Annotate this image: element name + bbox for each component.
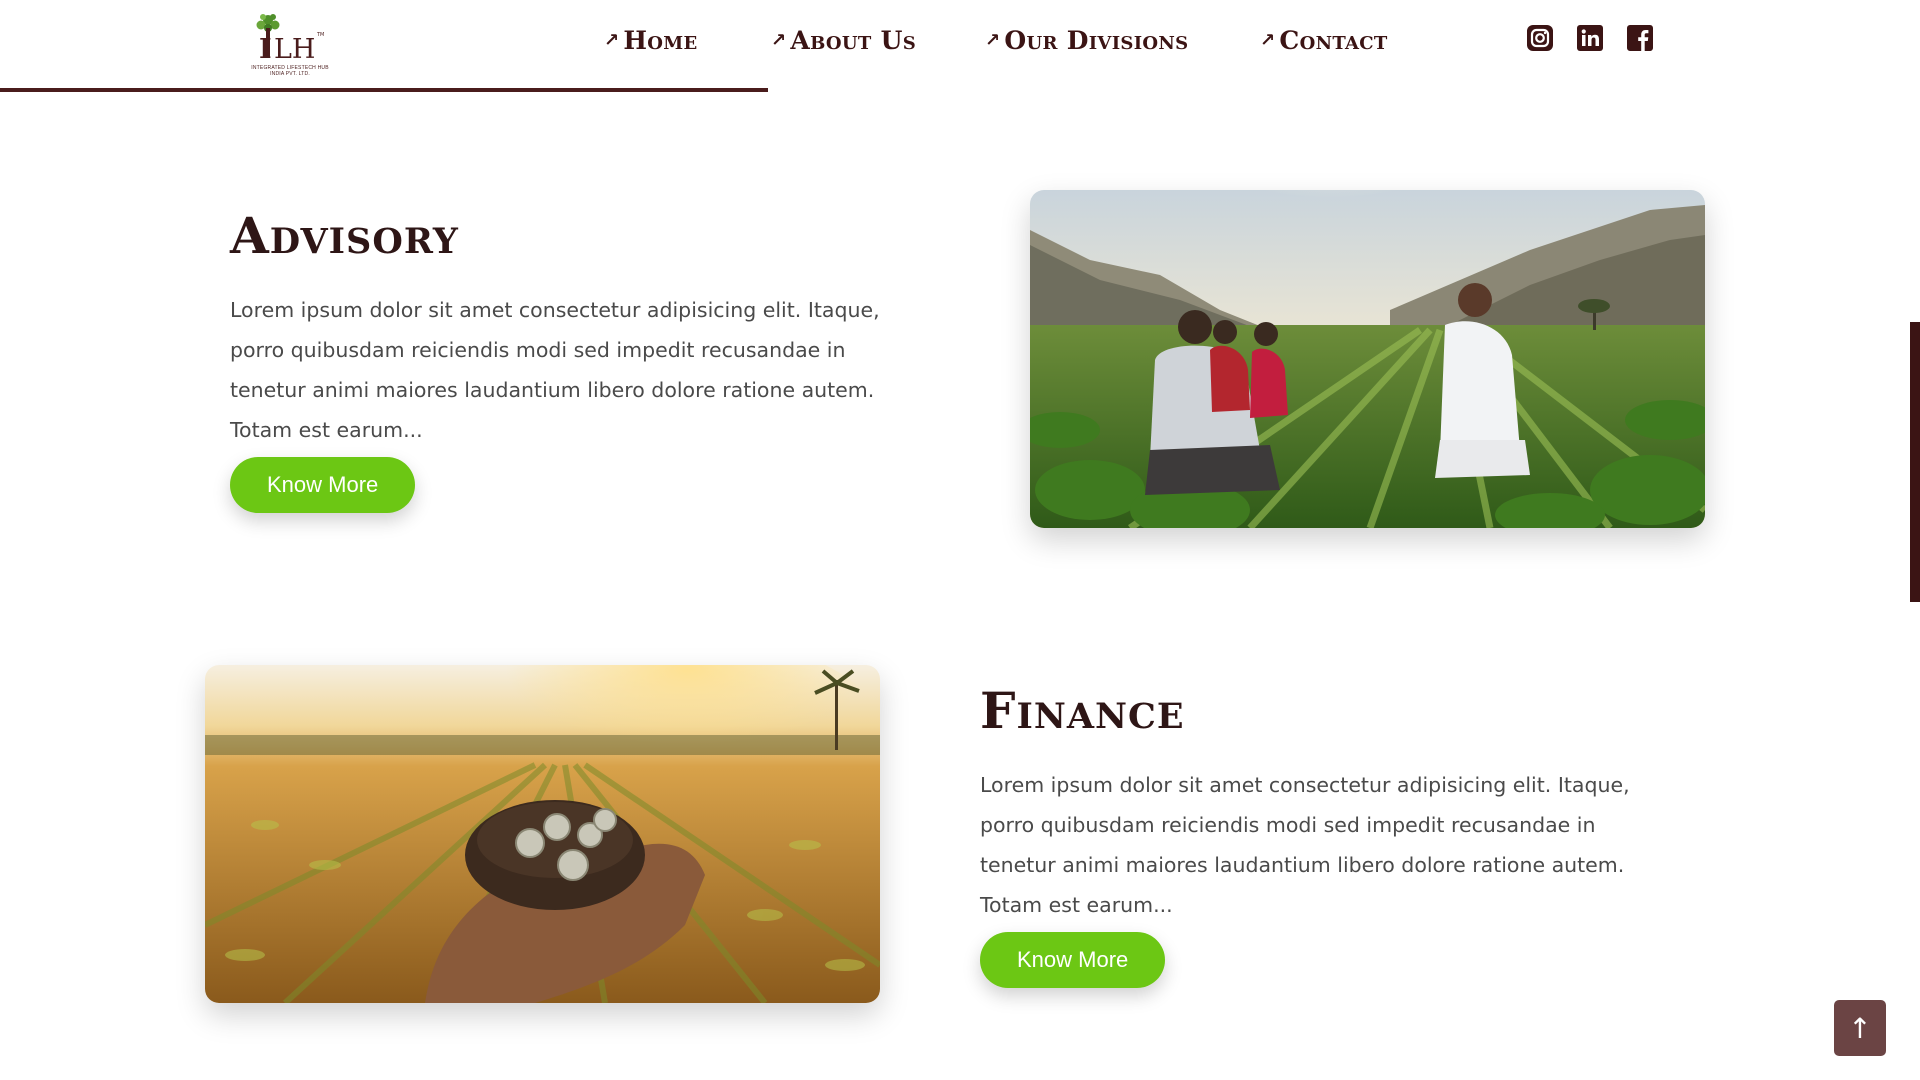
right-edge-bar [1910, 322, 1920, 602]
farmers-in-field-photo [1030, 190, 1705, 528]
finance-title: Finance [980, 681, 1185, 740]
nav-our-divisions-label: Our Divisions [1004, 26, 1189, 55]
logo-tagline: INTEGRATED LIFESTECH HUB INDIA PVT. LTD. [251, 65, 329, 77]
nav-contact[interactable]: ↗ Contact [1260, 26, 1388, 55]
svg-text:TM: TM [316, 32, 324, 38]
nav-about-us[interactable]: ↗ About Us [771, 26, 916, 55]
finance-know-more-button[interactable]: Know More [980, 932, 1166, 988]
scroll-to-top-button[interactable]: ↑ [1834, 1000, 1886, 1056]
nav-our-divisions[interactable]: ↗ Our Divisions [985, 26, 1188, 55]
nav-contact-label: Contact [1279, 26, 1388, 55]
svg-text:I: I [259, 34, 272, 65]
tree-logo-icon: I LH TM [256, 14, 324, 65]
nav-about-us-label: About Us [790, 26, 917, 55]
arrow-up-icon: ↑ [1848, 1011, 1872, 1045]
arrow-up-right-icon: ↗ [985, 30, 1001, 51]
arrow-up-right-icon: ↗ [771, 30, 787, 51]
coins-in-soil-photo [205, 665, 880, 1003]
advisory-know-more-button[interactable]: Know More [230, 457, 416, 513]
nav-home-label: Home [623, 26, 698, 55]
advisory-title: Advisory [230, 206, 459, 265]
arrow-up-right-icon: ↗ [1260, 30, 1276, 51]
linkedin-icon[interactable] [1577, 25, 1603, 51]
instagram-icon[interactable] [1527, 25, 1553, 51]
nav-home[interactable]: ↗ Home [604, 26, 698, 55]
advisory-description: Lorem ipsum dolor sit amet consectetur a… [230, 298, 880, 442]
header-progress-line [0, 88, 768, 92]
company-logo[interactable]: I LH TM INTEGRATED LIFESTECH HUB INDIA P… [250, 10, 330, 80]
svg-text:LH: LH [274, 34, 315, 65]
facebook-icon[interactable] [1627, 25, 1653, 51]
finance-description: Lorem ipsum dolor sit amet consectetur a… [980, 773, 1630, 917]
site-header: I LH TM INTEGRATED LIFESTECH HUB INDIA P… [0, 0, 1920, 95]
arrow-up-right-icon: ↗ [604, 30, 620, 51]
